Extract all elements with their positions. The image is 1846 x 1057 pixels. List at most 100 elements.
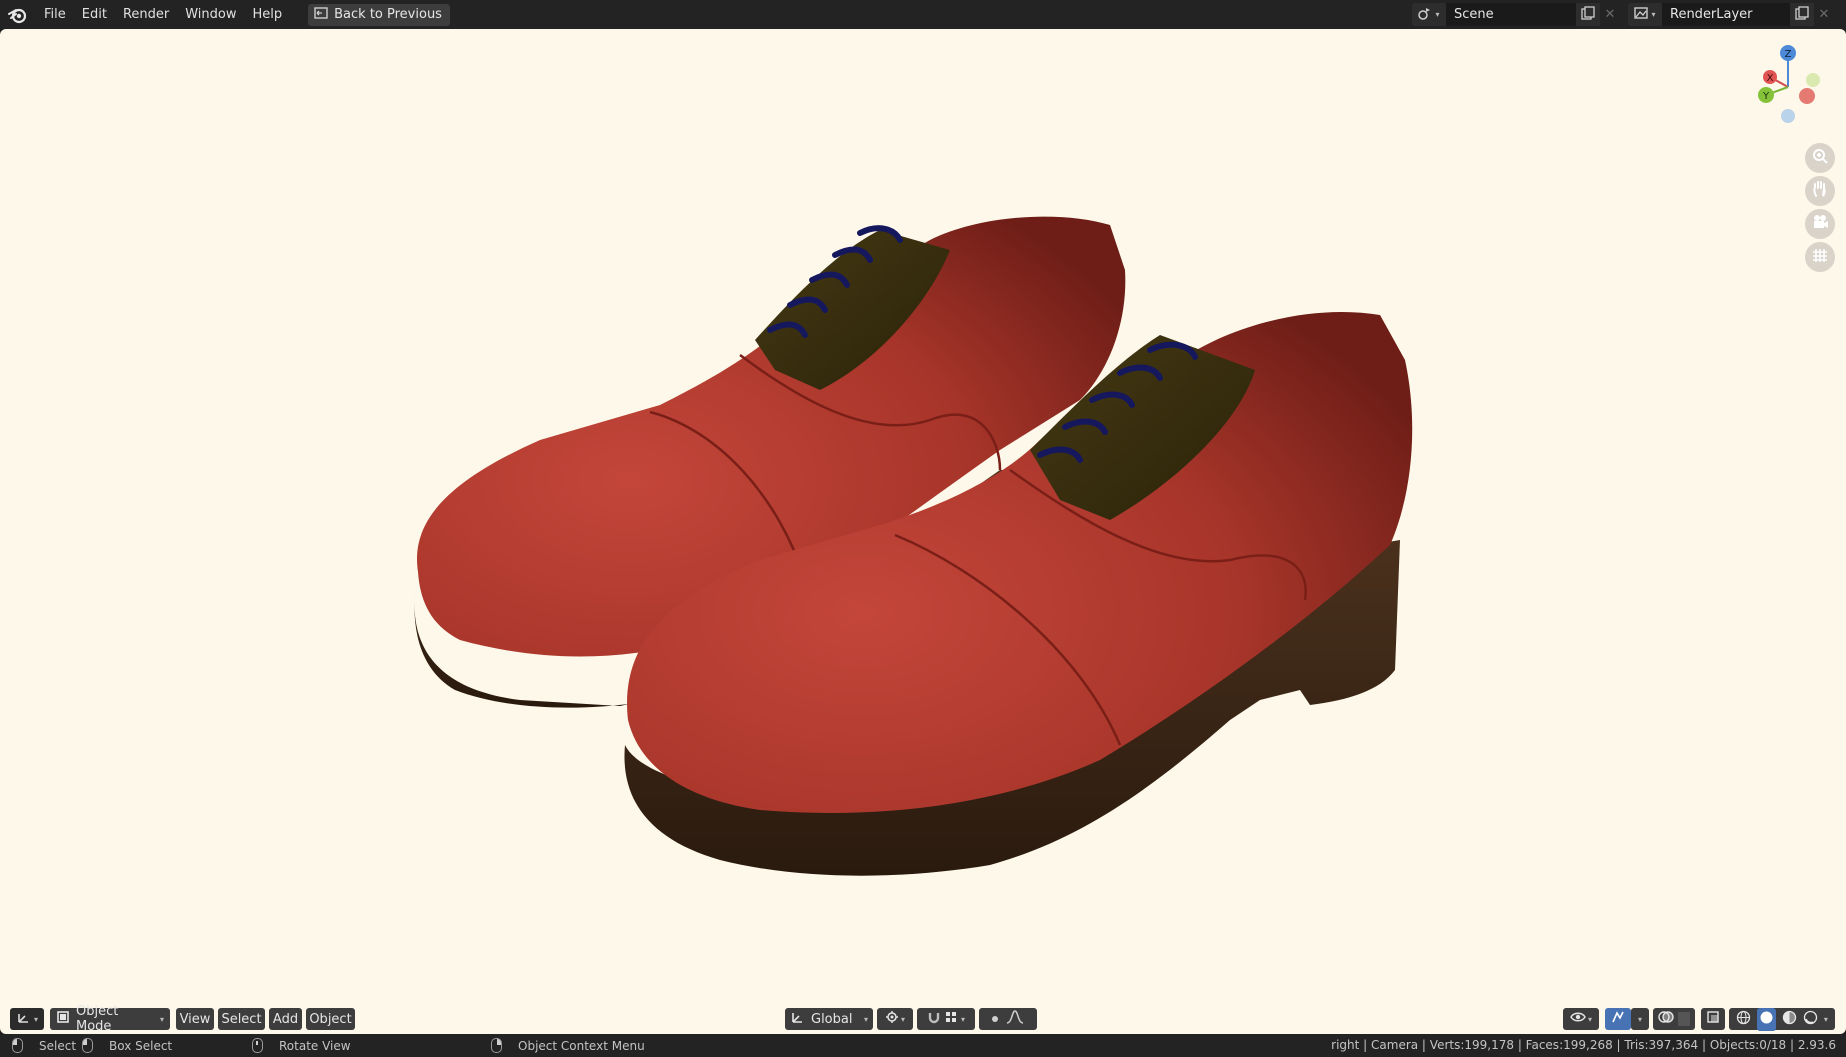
proportional-dot-icon (992, 1016, 998, 1022)
scene-selector: ▾ Scene ✕ (1412, 3, 1620, 26)
mouse-drag-icon (82, 1038, 93, 1053)
object-menu[interactable]: Object (306, 1008, 355, 1030)
scene-browse-button[interactable]: ▾ (1412, 3, 1446, 26)
camera-icon (1811, 213, 1829, 235)
rendered-shading-icon[interactable] (1803, 1010, 1818, 1029)
rotate-view-hint-label: Rotate View (279, 1038, 351, 1053)
view-menu[interactable]: View (176, 1008, 214, 1030)
select-menu[interactable]: Select (218, 1008, 265, 1030)
chevron-down-icon: ▾ (1435, 10, 1440, 19)
menu-window[interactable]: Window (177, 0, 244, 29)
blender-logo-icon[interactable] (0, 0, 36, 29)
gizmo-dropdown[interactable]: ▾ (1631, 1008, 1649, 1030)
menu-file[interactable]: File (36, 0, 74, 29)
menu-edit[interactable]: Edit (74, 0, 115, 29)
chevron-down-icon: ▾ (960, 1014, 965, 1024)
object-mode-dropdown[interactable]: Object Mode ▾ (50, 1004, 170, 1034)
box-select-hint-label: Box Select (109, 1038, 173, 1053)
gizmo-toggle-button[interactable] (1605, 1008, 1631, 1030)
status-context-menu-hint: Object Context Menu (491, 1034, 645, 1057)
z-axis-label: Z (1785, 49, 1792, 60)
hand-icon (1811, 180, 1829, 202)
back-to-previous-button[interactable]: Back to Previous (308, 3, 450, 26)
overlays-group[interactable] (1653, 1008, 1695, 1030)
render-layer-name-field[interactable]: RenderLayer (1662, 3, 1790, 26)
duplicate-icon (1581, 5, 1595, 24)
object-mode-icon (56, 1010, 70, 1028)
chevron-down-icon: ▾ (900, 1014, 905, 1024)
proportional-editing-group[interactable] (979, 1008, 1037, 1030)
eye-icon (1570, 1011, 1586, 1027)
scene-statistics: right | Camera | Verts:199,178 | Faces:1… (1331, 1038, 1836, 1052)
scene-name-field[interactable]: Scene (1446, 3, 1576, 26)
transform-orientation-label: Global (811, 1011, 853, 1027)
overlays-icon (1658, 1010, 1674, 1028)
mouse-right-icon (491, 1038, 502, 1053)
neg-x-axis-handle[interactable] (1799, 88, 1815, 104)
neg-y-axis-handle[interactable] (1806, 73, 1820, 87)
shoes-model[interactable] (0, 29, 1846, 1034)
x-axis-label: X (1767, 73, 1774, 84)
status-bar: Select Box Select Rotate View Object Con… (0, 1034, 1846, 1057)
orientation-icon (791, 1010, 805, 1028)
chevron-down-icon: ▾ (1587, 1014, 1592, 1024)
falloff-curve-icon (1006, 1010, 1024, 1028)
neg-z-axis-handle[interactable] (1781, 109, 1795, 123)
context-menu-hint-label: Object Context Menu (518, 1038, 645, 1053)
xray-icon (1706, 1010, 1720, 1028)
fullscreen-exit-icon (314, 6, 328, 23)
delete-view-layer-button[interactable]: ✕ (1814, 3, 1834, 26)
xray-toggle-button[interactable] (1701, 1008, 1725, 1030)
chevron-down-icon: ▾ (1651, 10, 1656, 19)
top-bar: File Edit Render Window Help Back to Pre… (0, 0, 1846, 29)
close-icon: ✕ (1604, 7, 1616, 22)
wireframe-shading-icon[interactable] (1736, 1010, 1751, 1029)
pan-button[interactable] (1805, 176, 1835, 206)
mouse-middle-icon (252, 1038, 263, 1053)
zoom-icon (1811, 147, 1829, 169)
shading-mode-group[interactable]: ▾ (1729, 1007, 1835, 1031)
pivot-point-dropdown[interactable]: ▾ (877, 1008, 913, 1030)
chevron-down-icon: ▾ (33, 1014, 38, 1024)
pivot-icon (885, 1010, 899, 1028)
status-box-select-hint: Box Select (82, 1034, 172, 1057)
scene-icon (1418, 6, 1432, 24)
view-layer-selector: ▾ RenderLayer ✕ (1628, 3, 1834, 26)
view-layer-browse-button[interactable]: ▾ (1628, 3, 1662, 26)
snap-group[interactable]: ▾ (917, 1008, 975, 1030)
status-rotate-hint: Rotate View (252, 1034, 351, 1057)
add-menu[interactable]: Add (269, 1008, 302, 1030)
new-scene-button[interactable] (1576, 3, 1600, 26)
close-icon: ✕ (1818, 7, 1830, 22)
chevron-down-icon: ▾ (1637, 1014, 1642, 1024)
material-preview-shading-icon[interactable] (1782, 1010, 1797, 1029)
navigation-gizmo[interactable]: Z X Y (1750, 43, 1840, 133)
menu-render[interactable]: Render (115, 0, 177, 29)
delete-scene-button[interactable]: ✕ (1600, 3, 1620, 26)
y-axis-label: Y (1762, 91, 1770, 102)
gizmo-icon (1611, 1010, 1625, 1028)
chevron-down-icon: ▾ (1823, 1014, 1828, 1024)
ortho-toggle-button[interactable] (1805, 242, 1835, 272)
editor-type-button[interactable]: ▾ (10, 1008, 44, 1030)
select-hint-label: Select (39, 1038, 77, 1053)
back-to-previous-label: Back to Previous (334, 7, 442, 22)
3d-viewport[interactable]: Z X Y (0, 29, 1846, 1034)
grid-icon (1811, 246, 1829, 268)
chevron-down-icon: ▾ (159, 1014, 164, 1024)
mouse-left-icon (12, 1038, 23, 1053)
solid-shading-icon[interactable] (1756, 1007, 1776, 1031)
status-select-hint: Select (12, 1034, 76, 1057)
snap-increment-icon (945, 1011, 957, 1027)
visibility-dropdown[interactable]: ▾ (1563, 1008, 1599, 1030)
object-mode-label: Object Mode (76, 1004, 119, 1034)
transform-orientation-dropdown[interactable]: Global ▾ (785, 1008, 873, 1030)
menu-help[interactable]: Help (245, 0, 291, 29)
camera-view-button[interactable] (1805, 209, 1835, 239)
axis-icon (16, 1010, 32, 1028)
new-view-layer-button[interactable] (1790, 3, 1814, 26)
zoom-button[interactable] (1805, 143, 1835, 173)
render-layer-icon (1634, 6, 1649, 24)
overlays-toggle (1678, 1012, 1690, 1026)
duplicate-icon (1795, 5, 1809, 24)
